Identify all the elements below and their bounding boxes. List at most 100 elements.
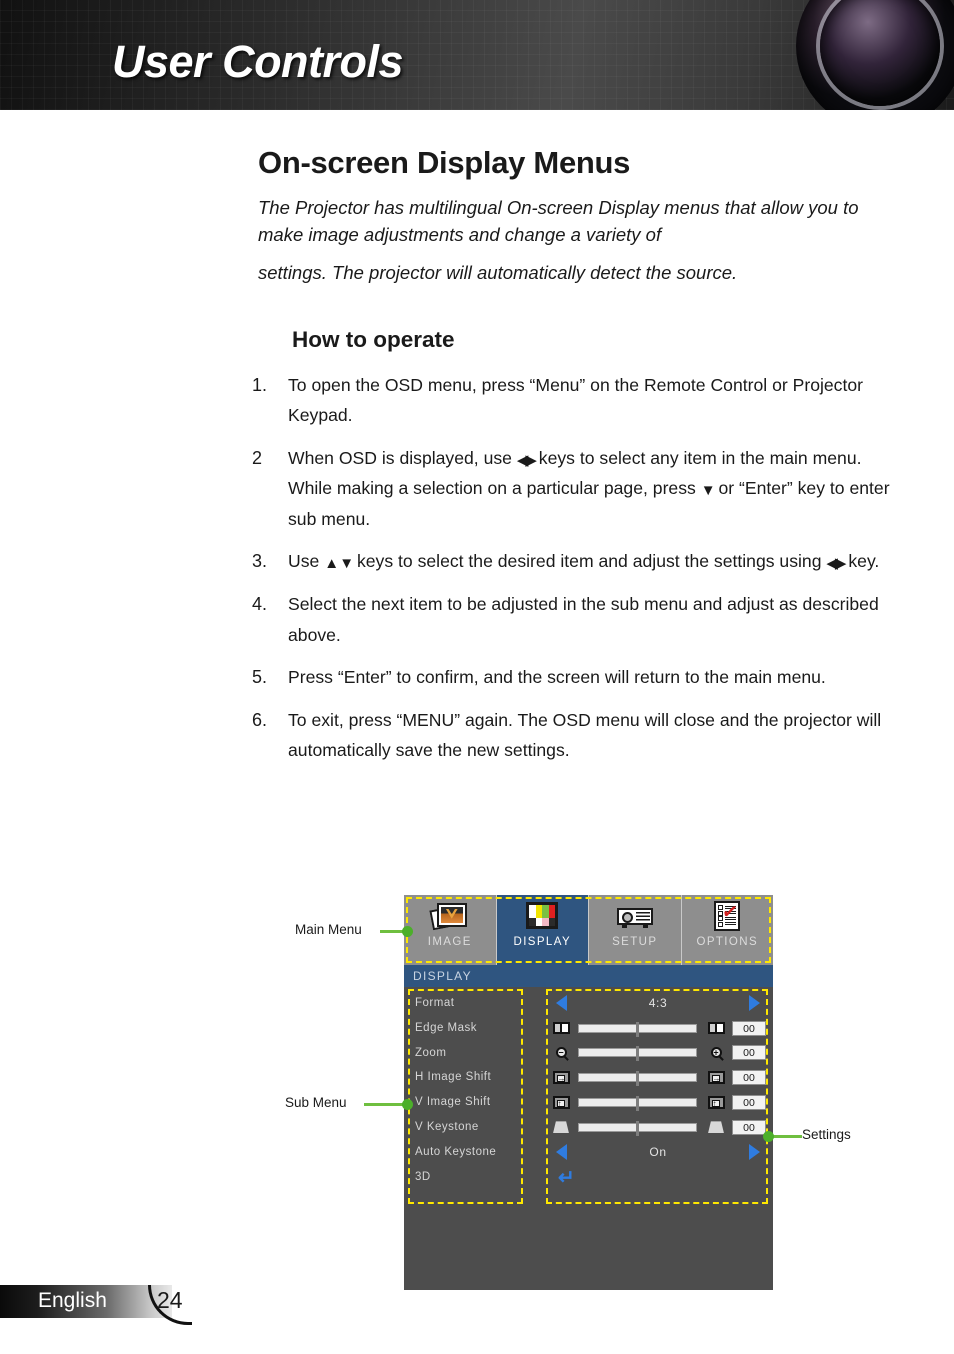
- osd-diagram: IMAGE DISPLAY SETUP ✓ OPTIONS DISPLAY Fo…: [285, 895, 851, 1290]
- callout-settings-dot: [763, 1131, 774, 1142]
- step-number: 2: [252, 447, 263, 468]
- zoom-out-icon: −: [550, 1047, 572, 1059]
- right-arrow-icon[interactable]: [749, 995, 760, 1012]
- osd-value-box[interactable]: 00: [732, 1045, 766, 1061]
- step-text-part-b: keys to select the desired item and adju…: [352, 551, 827, 572]
- step-text: When OSD is displayed, use ◀▶ keys to se…: [288, 443, 892, 535]
- osd-setting-edge-mask: 00: [550, 1016, 766, 1041]
- projector-icon: [615, 900, 655, 934]
- color-bars-icon: [522, 900, 562, 934]
- page-title: On-screen Display Menus: [258, 145, 631, 180]
- osd-slider[interactable]: [578, 1046, 697, 1062]
- photo-stack-icon: [429, 900, 470, 934]
- step-item-1: 1. To open the OSD menu, press “Menu” on…: [252, 370, 892, 431]
- osd-setting-3d: ↵: [550, 1165, 766, 1191]
- step-text: Use ▲ ▼ keys to select the desired item …: [288, 546, 892, 577]
- osd-value-box[interactable]: 00: [732, 1119, 766, 1135]
- callout-sub-menu-line: [364, 1103, 406, 1106]
- step-item-2: 2 When OSD is displayed, use ◀▶ keys to …: [252, 443, 892, 535]
- osd-tab-setup[interactable]: SETUP: [589, 895, 682, 965]
- page-footer: English 24: [0, 1285, 954, 1327]
- section-title-how-to-operate: How to operate: [292, 327, 455, 352]
- osd-setting-zoom: − + 00: [550, 1041, 766, 1066]
- edge-mask-icon: [703, 1022, 729, 1035]
- osd-sub-menu: Format Edge Mask Zoom H Image Shift V Im…: [410, 991, 522, 1189]
- step-text: Press “Enter” to confirm, and the screen…: [288, 666, 826, 687]
- v-shift-icon: ↑: [550, 1096, 572, 1110]
- zoom-in-icon: +: [703, 1047, 729, 1059]
- red-check-icon: ✓: [720, 900, 740, 925]
- step-text: To open the OSD menu, press “Menu” on th…: [288, 375, 864, 426]
- step-text: To exit, press “MENU” again. The OSD men…: [288, 709, 882, 760]
- left-right-arrows-icon: ◀▶: [826, 555, 846, 573]
- intro-paragraph: The Projector has multilingual On-screen…: [258, 195, 883, 286]
- callout-sub-menu-dot: [402, 1099, 413, 1110]
- callout-main-menu-label: Main Menu: [295, 922, 362, 937]
- osd-submenu-item-zoom[interactable]: Zoom: [410, 1041, 522, 1066]
- osd-submenu-item-v-image-shift[interactable]: V Image Shift: [410, 1090, 522, 1115]
- osd-slider[interactable]: [578, 1021, 697, 1037]
- step-number: 4.: [252, 594, 268, 615]
- osd-tab-label: SETUP: [612, 936, 658, 948]
- step-text-part-a: When OSD is displayed, use: [288, 447, 517, 468]
- down-arrow-icon: ▼: [700, 482, 716, 500]
- edge-mask-icon: [550, 1022, 572, 1035]
- osd-value-box[interactable]: 00: [732, 1095, 766, 1111]
- osd-slider[interactable]: [578, 1096, 697, 1112]
- osd-setting-format: 4:3: [550, 991, 766, 1016]
- intro-line-1: The Projector has multilingual On-screen…: [258, 197, 859, 245]
- steps-list: 1. To open the OSD menu, press “Menu” on…: [252, 370, 892, 777]
- callout-sub-menu-label: Sub Menu: [285, 1095, 347, 1110]
- osd-slider[interactable]: [578, 1120, 697, 1136]
- osd-settings: 4:3 00 − + 00 → → 00 ↑ ↑ 00 00 On ↵: [550, 991, 766, 1191]
- callout-settings-label: Settings: [802, 1127, 851, 1142]
- intro-line-2: settings. The projector will automatical…: [258, 261, 738, 283]
- h-shift-icon: →: [550, 1071, 572, 1085]
- osd-slider[interactable]: [578, 1071, 697, 1087]
- osd-title-bar-text: DISPLAY: [413, 969, 472, 983]
- step-number: 6.: [252, 709, 268, 730]
- osd-panel: IMAGE DISPLAY SETUP ✓ OPTIONS DISPLAY Fo…: [404, 895, 773, 1290]
- lens-graphic: [796, 0, 954, 110]
- osd-tab-label: DISPLAY: [513, 936, 572, 948]
- osd-submenu-item-v-keystone[interactable]: V Keystone: [410, 1115, 522, 1140]
- osd-tab-display[interactable]: DISPLAY: [496, 895, 589, 965]
- page-header: User Controls: [0, 0, 954, 110]
- footer-language-label: English: [38, 1289, 107, 1312]
- keystone-icon: [703, 1121, 729, 1134]
- osd-submenu-item-3d[interactable]: 3D: [410, 1165, 522, 1190]
- osd-submenu-item-edge-mask[interactable]: Edge Mask: [410, 1016, 522, 1041]
- step-item-4: 4. Select the next item to be adjusted i…: [252, 589, 892, 650]
- osd-value-box[interactable]: 00: [732, 1070, 766, 1086]
- left-arrow-icon[interactable]: [556, 995, 567, 1012]
- step-text: Select the next item to be adjusted in t…: [288, 594, 879, 645]
- osd-setting-v-image-shift: ↑ ↑ 00: [550, 1090, 766, 1115]
- left-arrow-icon[interactable]: [556, 1144, 567, 1161]
- osd-tab-options[interactable]: ✓ OPTIONS: [681, 895, 773, 965]
- page-header-title: User Controls: [112, 36, 404, 87]
- up-down-arrows-icon: ▲ ▼: [324, 555, 354, 573]
- checklist-icon: ✓: [707, 900, 747, 934]
- enter-arrow-icon[interactable]: ↵: [558, 1168, 575, 1188]
- callout-main-menu-dot: [402, 926, 413, 937]
- osd-tab-label: OPTIONS: [696, 936, 759, 948]
- osd-tab-image[interactable]: IMAGE: [404, 895, 497, 965]
- step-number: 1.: [252, 375, 268, 395]
- step-number: 5.: [252, 666, 268, 687]
- osd-submenu-item-auto-keystone[interactable]: Auto Keystone: [410, 1140, 522, 1165]
- osd-value-box[interactable]: 00: [732, 1020, 766, 1036]
- step-item-5: 5. Press “Enter” to confirm, and the scr…: [252, 662, 892, 693]
- osd-main-menu-tabs: IMAGE DISPLAY SETUP ✓ OPTIONS: [404, 895, 773, 965]
- osd-title-bar: DISPLAY: [404, 965, 773, 987]
- right-arrow-icon[interactable]: [749, 1144, 760, 1161]
- osd-auto-keystone-value: On: [649, 1145, 667, 1160]
- step-number: 3.: [252, 551, 268, 572]
- keystone-icon: [550, 1121, 572, 1134]
- left-right-arrows-icon: ◀▶: [516, 451, 537, 469]
- h-shift-icon: →: [703, 1071, 729, 1085]
- step-item-3: 3. Use ▲ ▼ keys to select the desired it…: [252, 546, 892, 577]
- osd-tab-label: IMAGE: [427, 936, 472, 948]
- osd-submenu-item-h-image-shift[interactable]: H Image Shift: [410, 1065, 522, 1090]
- osd-submenu-item-format[interactable]: Format: [410, 991, 522, 1016]
- osd-setting-auto-keystone: On: [550, 1140, 766, 1165]
